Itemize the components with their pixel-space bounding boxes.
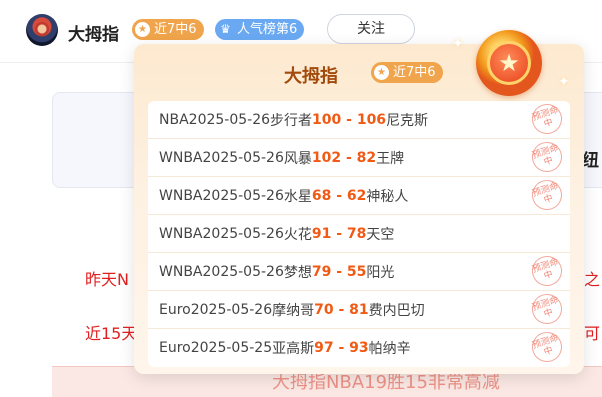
- away-score: 81: [349, 301, 369, 318]
- match-date: 2025-05-26: [202, 263, 284, 280]
- result-row[interactable]: Euro 2025-05-26 摩纳哥 70 - 81 费内巴切 预测命中: [148, 290, 570, 329]
- home-score: 79: [311, 263, 332, 280]
- crown-icon: ♛: [220, 22, 231, 36]
- article-line-1-tail: 之: [584, 270, 601, 289]
- league-label: Euro: [159, 340, 191, 356]
- away-team: 天空: [366, 226, 395, 243]
- card-title-fragment: 纽: [582, 151, 599, 171]
- league-label: WNBA: [159, 149, 203, 166]
- follow-button[interactable]: 关注: [327, 14, 415, 44]
- avatar[interactable]: [26, 14, 58, 46]
- result-row[interactable]: WNBA 2025-05-26 梦想 79 - 55 阳光 预测命中: [148, 252, 570, 291]
- streak-badge: ★ 近7中6: [132, 19, 204, 40]
- away-team: 尼克斯: [386, 112, 429, 129]
- article-line-2-tail: 可: [584, 324, 601, 343]
- away-team: 阳光: [366, 264, 395, 281]
- match-date: 2025-05-25: [190, 340, 273, 356]
- league-label: NBA: [159, 111, 189, 128]
- score-separator: -: [341, 149, 357, 166]
- score-separator: -: [333, 301, 350, 318]
- result-row[interactable]: WNBA 2025-05-26 水星 68 - 62 神秘人 预测命中: [148, 176, 570, 215]
- home-team: 火花: [283, 226, 312, 243]
- prediction-hit-stamp: 预测命中: [528, 252, 566, 290]
- away-score: 82: [356, 149, 377, 166]
- score-separator: -: [331, 225, 347, 242]
- score-separator: -: [333, 340, 350, 356]
- score-separator: -: [341, 111, 357, 128]
- away-team: 神秘人: [366, 188, 409, 205]
- result-row[interactable]: WNBA 2025-05-26 火花 91 - 78 天空: [148, 215, 570, 253]
- home-team: 亚高斯: [272, 341, 315, 357]
- prediction-hit-stamp: 预测命中: [528, 290, 566, 328]
- away-score: 93: [349, 340, 369, 356]
- away-score: 62: [346, 187, 367, 204]
- medal-icon: ★: [135, 22, 150, 37]
- league-label: Euro: [159, 301, 191, 318]
- article-line-2: 近15天: [85, 324, 138, 343]
- results-list: NBA 2025-05-26 步行者 100 - 106 尼克斯 预测命中 WNBA 2…: [148, 100, 570, 367]
- result-row[interactable]: Euro 2025-05-25 亚高斯 97 - 93 帕纳辛 预测命中: [148, 328, 570, 367]
- home-team: 风暴: [283, 150, 312, 167]
- popup-streak-label: 近7中6: [393, 65, 436, 80]
- rank-badge-label: 人气榜第6: [237, 22, 298, 37]
- away-score: 78: [346, 225, 367, 242]
- score-separator: -: [331, 263, 347, 280]
- home-team: 水星: [283, 188, 312, 205]
- league-label: WNBA: [159, 187, 203, 204]
- prediction-hit-stamp: 预测命中: [528, 328, 566, 366]
- prediction-hit-stamp: 预测命中: [528, 176, 566, 214]
- result-row[interactable]: NBA 2025-05-26 步行者 100 - 106 尼克斯 预测命中: [148, 100, 570, 139]
- away-score: 106: [356, 111, 387, 128]
- home-score: 100: [312, 111, 342, 128]
- sparkle-icon: ✦: [558, 74, 570, 90]
- match-date: 2025-05-26: [202, 187, 284, 204]
- rank-badge: ♛ 人气榜第6: [215, 19, 305, 40]
- match-date: 2025-05-26: [202, 149, 284, 166]
- home-score: 91: [311, 225, 332, 242]
- away-score: 55: [346, 263, 367, 280]
- match-date: 2025-05-26: [190, 301, 273, 318]
- home-score: 68: [311, 187, 332, 204]
- popup-title: 大拇指: [284, 66, 338, 87]
- result-row[interactable]: WNBA 2025-05-26 风暴 102 - 82 王牌 预测命中: [148, 138, 570, 177]
- star-icon: ★: [498, 49, 520, 77]
- home-team: 摩纳哥: [272, 302, 315, 319]
- away-team: 王牌: [376, 150, 405, 167]
- streak-badge-label: 近7中6: [154, 22, 197, 37]
- match-date: 2025-05-26: [202, 225, 284, 242]
- score-separator: -: [331, 187, 347, 204]
- prediction-hit-stamp: 预测命中: [528, 100, 566, 138]
- league-label: WNBA: [159, 263, 203, 280]
- popup-streak-badge: ★ 近7中6: [371, 62, 443, 83]
- match-date: 2025-05-26: [188, 111, 271, 128]
- prediction-hit-stamp: 预测命中: [528, 138, 566, 176]
- home-score: 97: [314, 340, 334, 356]
- user-name[interactable]: 大拇指: [68, 20, 119, 45]
- home-score: 70: [314, 301, 334, 318]
- home-team: 梦想: [283, 264, 312, 281]
- league-label: WNBA: [159, 225, 203, 242]
- home-team: 步行者: [270, 112, 313, 129]
- sparkle-icon: ✦: [452, 36, 464, 52]
- medal-icon: ★: [374, 65, 389, 80]
- away-team: 帕纳辛: [368, 341, 411, 357]
- home-score: 102: [311, 149, 342, 166]
- results-popup: ★ ✦ ✦ 大拇指 ★ 近7中6 NBA 2025-05-26 步行者 100 -…: [134, 30, 584, 374]
- article-line-1: 昨天N: [85, 270, 129, 289]
- away-team: 费内巴切: [368, 302, 425, 319]
